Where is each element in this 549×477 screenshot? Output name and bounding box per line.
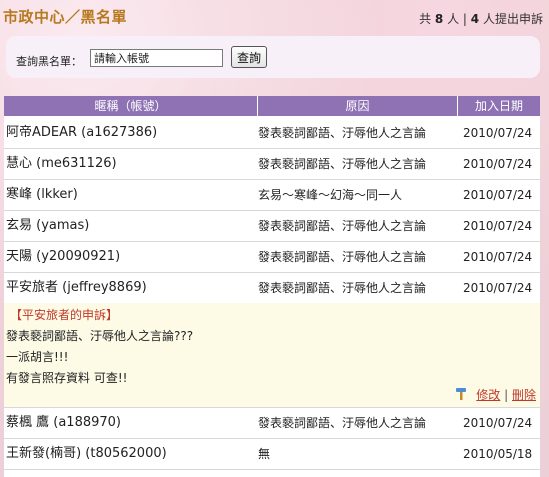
row-reason: 發表褻詞鄙語、汙辱他人之言論	[258, 126, 427, 140]
row-name: 寒峰 (lkker)	[6, 187, 78, 202]
row-date: 2010/05/18	[463, 447, 533, 461]
page-header: 市政中心／黑名單 共 8 人 | 4 人提出申訴	[0, 0, 549, 36]
row-name: 阿帝ADEAR (a1627386)	[6, 125, 158, 140]
blacklist-stats: 共 8 人 | 4 人提出申訴	[419, 10, 543, 27]
row-reason: 無	[258, 447, 271, 461]
appeal-text-line: 發表褻詞鄙語、汙辱他人之言論???	[6, 329, 194, 343]
table-row: 寒峰 (lkker) 玄易～寒峰～幻海～同一人 2010/07/24	[4, 180, 540, 211]
row-reason: 發表褻詞鄙語、汙辱他人之言論	[258, 219, 427, 233]
total-count: 8	[434, 12, 444, 26]
stats-mid: 人 |	[447, 12, 467, 26]
row-name: 玄易 (yamas)	[6, 218, 90, 233]
table-row: 平安旅者 (jeffrey8869) 發表褻詞鄙語、汙辱他人之言論 2010/0…	[4, 273, 540, 303]
column-header-reason: 原因	[258, 96, 458, 116]
table-row: 阿帝ADEAR (a1627386) 發表褻詞鄙語、汙辱他人之言論 2010/0…	[4, 118, 540, 149]
row-date: 2010/07/24	[463, 250, 533, 264]
table-row: 慧心 (me631126) 發表褻詞鄙語、汙辱他人之言論 2010/07/24	[4, 149, 540, 180]
column-header-name: 暱稱（帳號）	[4, 96, 258, 116]
row-date: 2010/07/24	[463, 219, 533, 233]
row-name: 天陽 (y20090921)	[6, 249, 121, 264]
appeal-panel: 【平安旅者的申訴】 發表褻詞鄙語、汙辱他人之言論??? 一派胡言!!! 有發言照…	[4, 303, 540, 408]
appeal-title: 【平安旅者的申訴】	[10, 308, 119, 322]
column-header-date: 加入日期	[474, 99, 523, 113]
row-name: 蔡楓 鷹 (a188970)	[6, 415, 122, 430]
stats-suffix: 人提出申訴	[482, 12, 543, 26]
appeal-actions: 修改 | 刪除	[454, 386, 536, 404]
row-reason: 發表褻詞鄙語、汙辱他人之言論	[258, 281, 427, 295]
row-date: 2010/07/24	[463, 281, 533, 295]
row-date: 2010/07/24	[463, 416, 533, 430]
hammer-icon	[454, 387, 468, 404]
delete-link[interactable]: 刪除	[512, 388, 536, 402]
search-button[interactable]: 查詢	[231, 46, 267, 68]
row-date: 2010/07/24	[463, 126, 533, 140]
table-row: 蔡楓 鷹 (a188970) 發表褻詞鄙語、汙辱他人之言論 2010/07/24	[4, 408, 540, 439]
action-separator: |	[504, 388, 509, 402]
appeal-count: 4	[470, 12, 480, 26]
row-name: 王新發(楠哥) (t80562000)	[6, 446, 167, 461]
table-row: 王新發(楠哥) (t80562000) 無 2010/05/18	[4, 439, 540, 470]
stats-prefix: 共	[419, 12, 432, 26]
search-panel: 查詢黑名單： 查詢	[6, 36, 540, 78]
row-name: 慧心 (me631126)	[6, 156, 117, 171]
row-date: 2010/07/24	[463, 157, 533, 171]
row-reason: 發表褻詞鄙語、汙辱他人之言論	[258, 416, 427, 430]
search-label: 查詢黑名單：	[16, 55, 82, 68]
row-date: 2010/07/24	[463, 188, 533, 202]
page-title: 市政中心／黑名單	[3, 8, 128, 26]
search-input[interactable]	[90, 49, 223, 67]
row-reason: 發表褻詞鄙語、汙辱他人之言論	[258, 157, 427, 171]
appeal-text-line: 有發言照存資料 可查!!	[6, 371, 128, 385]
table-header: 暱稱（帳號） 原因 加入日期	[4, 96, 540, 116]
table-row: 天陽 (y20090921) 發表褻詞鄙語、汙辱他人之言論 2010/07/24	[4, 242, 540, 273]
table-row: 玄易 (yamas) 發表褻詞鄙語、汙辱他人之言論 2010/07/24	[4, 211, 540, 242]
row-reason: 發表褻詞鄙語、汙辱他人之言論	[258, 250, 427, 264]
row-reason: 玄易～寒峰～幻海～同一人	[258, 188, 403, 202]
row-name: 平安旅者 (jeffrey8869)	[6, 280, 147, 295]
appeal-text-line: 一派胡言!!!	[6, 350, 69, 364]
blacklist-table: 暱稱（帳號） 原因 加入日期 阿帝ADEAR (a1627386) 發表褻詞鄙語…	[4, 96, 540, 477]
edit-link[interactable]: 修改	[476, 388, 500, 402]
